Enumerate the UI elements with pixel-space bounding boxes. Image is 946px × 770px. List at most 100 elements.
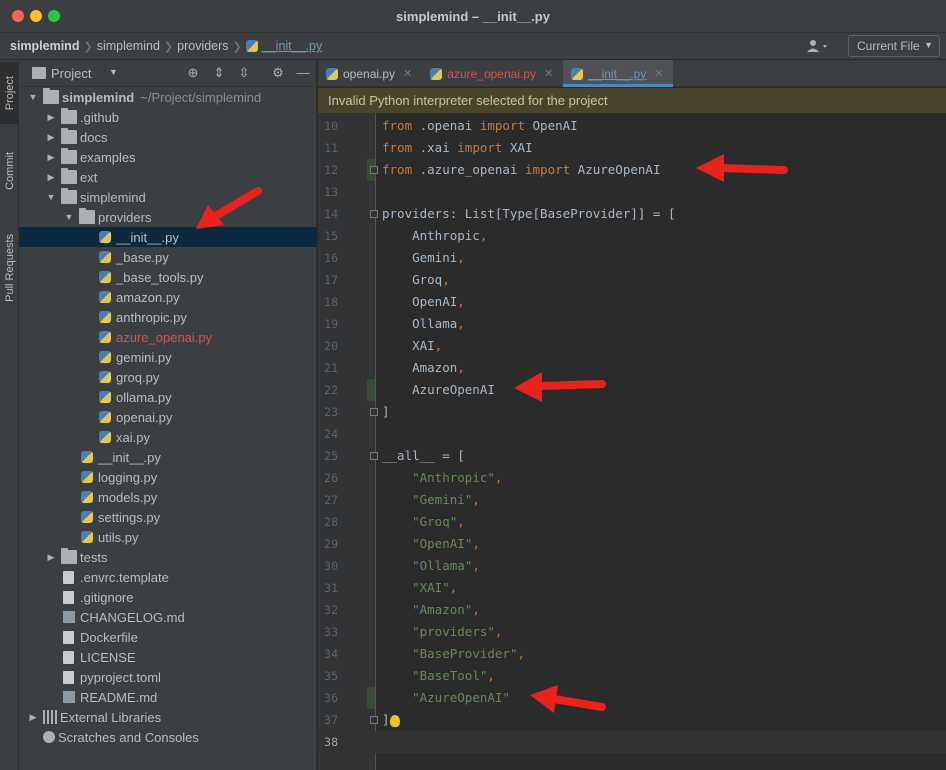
chevron-down-icon[interactable]: ▼ bbox=[45, 192, 57, 202]
gear-icon[interactable]: ⚙ bbox=[270, 65, 286, 81]
tree-file[interactable]: xai.py bbox=[19, 427, 317, 447]
code-token: , bbox=[457, 514, 465, 529]
code-line[interactable]: 26 "Anthropic", bbox=[318, 467, 946, 489]
chevron-right-icon[interactable]: ▶ bbox=[45, 152, 57, 163]
code-token: , bbox=[472, 492, 480, 507]
chevron-right-icon[interactable]: ▶ bbox=[45, 552, 57, 563]
code-line[interactable]: 28 "Groq", bbox=[318, 511, 946, 533]
chevron-right-icon[interactable]: ▶ bbox=[45, 132, 57, 143]
tree-folder[interactable]: ▶ ext bbox=[19, 167, 317, 187]
code-line[interactable]: 15 Anthropic, bbox=[318, 225, 946, 247]
code-line[interactable]: 18 OpenAI, bbox=[318, 291, 946, 313]
tree-file[interactable]: amazon.py bbox=[19, 287, 317, 307]
tree-file[interactable]: settings.py bbox=[19, 507, 317, 527]
code-line[interactable]: 13 bbox=[318, 181, 946, 203]
tree-file[interactable]: gemini.py bbox=[19, 347, 317, 367]
tool-tab-commit[interactable]: Commit bbox=[0, 136, 19, 206]
tree-file[interactable]: groq.py bbox=[19, 367, 317, 387]
tree-file[interactable]: logging.py bbox=[19, 467, 317, 487]
code-line[interactable]: 34 "BaseProvider", bbox=[318, 643, 946, 665]
code-line[interactable]: 31 "XAI", bbox=[318, 577, 946, 599]
breadcrumb-item-project[interactable]: simplemind bbox=[10, 39, 79, 53]
code-line[interactable]: 12 from .azure_openai import AzureOpenAI bbox=[318, 159, 946, 181]
tree-file[interactable]: __init__.py bbox=[19, 227, 317, 247]
chevron-down-icon[interactable]: ▼ bbox=[63, 212, 75, 222]
tree-folder[interactable]: ▶ tests bbox=[19, 547, 317, 567]
code-line[interactable]: 16 Gemini, bbox=[318, 247, 946, 269]
chevron-down-icon[interactable]: ▼ bbox=[109, 67, 118, 77]
tree-folder[interactable]: ▼ simplemind bbox=[19, 187, 317, 207]
code-line[interactable]: 17 Groq, bbox=[318, 269, 946, 291]
tree-file[interactable]: ▶ External Libraries bbox=[19, 707, 317, 727]
tree-file[interactable]: models.py bbox=[19, 487, 317, 507]
collapse-all-icon[interactable]: ⇳ bbox=[236, 65, 252, 81]
code-line[interactable]: 35 "BaseTool", bbox=[318, 665, 946, 687]
close-icon[interactable]: ✕ bbox=[544, 67, 553, 80]
code-line[interactable]: 22 AzureOpenAI bbox=[318, 379, 946, 401]
tree-folder[interactable]: ▶ examples bbox=[19, 147, 317, 167]
tree-file[interactable]: Scratches and Consoles bbox=[19, 727, 317, 747]
chevron-right-icon[interactable]: ▶ bbox=[27, 712, 39, 723]
tree-file[interactable]: CHANGELOG.md bbox=[19, 607, 317, 627]
expand-all-icon[interactable]: ⇕ bbox=[211, 65, 227, 81]
lightbulb-icon[interactable] bbox=[390, 715, 400, 727]
chevron-right-icon[interactable]: ▶ bbox=[45, 112, 57, 123]
editor-tab[interactable]: azure_openai.py ✕ bbox=[422, 60, 563, 87]
code-token: , bbox=[457, 360, 465, 375]
tree-file[interactable]: openai.py bbox=[19, 407, 317, 427]
code-line[interactable]: 36 "AzureOpenAI" bbox=[318, 687, 946, 709]
editor-tab[interactable]: __init__.py ✕ bbox=[563, 60, 674, 87]
project-view-selector[interactable]: Project bbox=[51, 66, 91, 81]
close-icon[interactable]: ✕ bbox=[403, 67, 412, 80]
code-line[interactable]: 29 "OpenAI", bbox=[318, 533, 946, 555]
chevron-down-icon[interactable]: ▼ bbox=[27, 92, 39, 102]
run-configuration-dropdown[interactable]: Current File ▼ bbox=[848, 35, 940, 57]
interpreter-warning-banner[interactable]: Invalid Python interpreter selected for … bbox=[318, 88, 946, 113]
line-number: 12 bbox=[324, 163, 338, 177]
code-line[interactable]: 21 Amazon, bbox=[318, 357, 946, 379]
tree-folder[interactable]: ▶ .github bbox=[19, 107, 317, 127]
code-line[interactable]: 14 providers: List[Type[BaseProvider]] = … bbox=[318, 203, 946, 225]
code-line[interactable]: 24 bbox=[318, 423, 946, 445]
code-line[interactable]: 27 "Gemini", bbox=[318, 489, 946, 511]
code-line[interactable]: 10 from .openai import OpenAI bbox=[318, 115, 946, 137]
tree-folder[interactable]: ▼ providers bbox=[19, 207, 317, 227]
tree-file[interactable]: LICENSE bbox=[19, 647, 317, 667]
tree-file[interactable]: README.md bbox=[19, 687, 317, 707]
tree-file[interactable]: Dockerfile bbox=[19, 627, 317, 647]
tree-file[interactable]: _base_tools.py bbox=[19, 267, 317, 287]
code-line[interactable]: 30 "Ollama", bbox=[318, 555, 946, 577]
code-line[interactable]: 11 from .xai import XAI bbox=[318, 137, 946, 159]
breadcrumb-item-providers[interactable]: providers bbox=[177, 39, 228, 53]
editor-tab[interactable]: openai.py ✕ bbox=[318, 60, 422, 87]
tree-file[interactable]: azure_openai.py bbox=[19, 327, 317, 347]
tree-folder[interactable]: ▼ simplemind ~/Project/simplemind bbox=[19, 87, 317, 107]
code-line[interactable]: 25 __all__ = [ bbox=[318, 445, 946, 467]
code-line[interactable]: 38 bbox=[318, 731, 946, 753]
close-icon[interactable]: ✕ bbox=[654, 67, 663, 80]
chevron-right-icon[interactable]: ▶ bbox=[45, 172, 57, 183]
tree-file[interactable]: utils.py bbox=[19, 527, 317, 547]
user-account-button[interactable] bbox=[806, 38, 832, 54]
code-line[interactable]: 32 "Amazon", bbox=[318, 599, 946, 621]
tree-folder[interactable]: ▶ docs bbox=[19, 127, 317, 147]
tree-file[interactable]: _base.py bbox=[19, 247, 317, 267]
code-line[interactable]: 19 Ollama, bbox=[318, 313, 946, 335]
tree-file[interactable]: pyproject.toml bbox=[19, 667, 317, 687]
code-line[interactable]: 33 "providers", bbox=[318, 621, 946, 643]
tree-file[interactable]: ollama.py bbox=[19, 387, 317, 407]
tool-tab-project[interactable]: Project bbox=[0, 62, 19, 124]
hide-panel-icon[interactable]: — bbox=[295, 65, 311, 81]
code-line[interactable]: 20 XAI, bbox=[318, 335, 946, 357]
tree-file[interactable]: __init__.py bbox=[19, 447, 317, 467]
tree-file[interactable]: anthropic.py bbox=[19, 307, 317, 327]
code-line[interactable]: 23] bbox=[318, 401, 946, 423]
tree-file[interactable]: .envrc.template bbox=[19, 567, 317, 587]
breadcrumb-item-package[interactable]: simplemind bbox=[97, 39, 160, 53]
tree-file[interactable]: .gitignore bbox=[19, 587, 317, 607]
code-line[interactable]: 37] bbox=[318, 709, 946, 731]
locate-target-icon[interactable]: ⊕ bbox=[185, 65, 201, 81]
code-editor[interactable]: 10 from .openai import OpenAI 11 from .xai … bbox=[318, 113, 946, 770]
tool-tab-pull-requests[interactable]: Pull Requests bbox=[0, 220, 19, 316]
breadcrumb-item-file[interactable]: __init__.py bbox=[262, 39, 322, 53]
